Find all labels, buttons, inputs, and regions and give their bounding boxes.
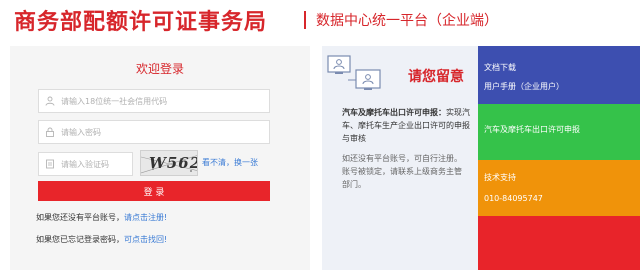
documents-download-link[interactable]: 文档下载 (484, 62, 516, 73)
forgot-password-hint: 如果您已忘记登录密码，可点击找回! (36, 234, 167, 245)
captcha-icon (39, 153, 61, 175)
tile-documents: 文档下载 用户手册（企业用户） (478, 46, 640, 104)
notice-paragraph-export: 汽车及摩托车出口许可申报：实现汽车、摩托车生产企业出口许可的申报与审核 (342, 106, 470, 145)
lock-icon (39, 121, 61, 143)
captcha-text: W562 (149, 154, 198, 172)
login-button[interactable]: 登 录 (38, 181, 270, 201)
computer-notice-icon (327, 55, 381, 90)
login-title: 欢迎登录 (135, 62, 184, 76)
captcha-field[interactable] (38, 152, 133, 176)
notice-paragraph-bold: 汽车及摩托车出口许可申报： (342, 108, 446, 117)
support-phone: 010-84095747 (484, 194, 543, 203)
tile-red (478, 216, 640, 270)
password-field[interactable] (38, 120, 270, 144)
brand-title: 商务部配额许可证事务局 (14, 10, 268, 35)
platform-subtitle: 数据中心统一平台（企业端） (316, 13, 498, 29)
username-input[interactable] (61, 96, 261, 106)
forgot-password-link[interactable]: 可点击找回! (124, 235, 167, 244)
quick-links: 文档下载 用户手册（企业用户） 汽车及摩托车出口许可申报 技术支持 010-84… (478, 46, 640, 270)
notice-panel: 请您留意 汽车及摩托车出口许可申报：实现汽车、摩托车生产企业出口许可的申报与审核… (322, 46, 478, 270)
register-hint: 如果您还没有平台账号，请点击注册! (36, 212, 167, 223)
header-divider (304, 11, 306, 29)
password-input[interactable] (61, 127, 261, 137)
captcha-input[interactable] (61, 159, 131, 169)
login-panel: 欢迎登录 W562 看不清，换一张 登 录 如果您还没有平台账号，请点击注册! … (10, 46, 310, 270)
user-manual-link[interactable]: 用户手册（企业用户） (484, 81, 564, 92)
captcha-refresh-link[interactable]: 看不清，换一张 (202, 157, 258, 168)
tile-tech-support: 技术支持 010-84095747 (478, 160, 640, 216)
notice-heading: 请您留意 (408, 69, 464, 85)
header: 商务部配额许可证事务局 数据中心统一平台（企业端） (0, 0, 640, 42)
register-prompt: 如果您还没有平台账号， (36, 213, 124, 222)
register-link[interactable]: 请点击注册! (124, 213, 167, 222)
captcha-image[interactable]: W562 (140, 150, 198, 176)
tech-support-label: 技术支持 (484, 173, 516, 182)
export-license-link[interactable]: 汽车及摩托车出口许可申报 (484, 124, 580, 135)
user-icon (39, 90, 61, 112)
forgot-prompt: 如果您已忘记登录密码， (36, 235, 124, 244)
username-field[interactable] (38, 89, 270, 113)
tile-export-license[interactable]: 汽车及摩托车出口许可申报 (478, 104, 640, 160)
notice-paragraph-account: 如还没有平台账号，可自行注册。账号被锁定，请联系上级商务主管部门。 (342, 154, 462, 189)
